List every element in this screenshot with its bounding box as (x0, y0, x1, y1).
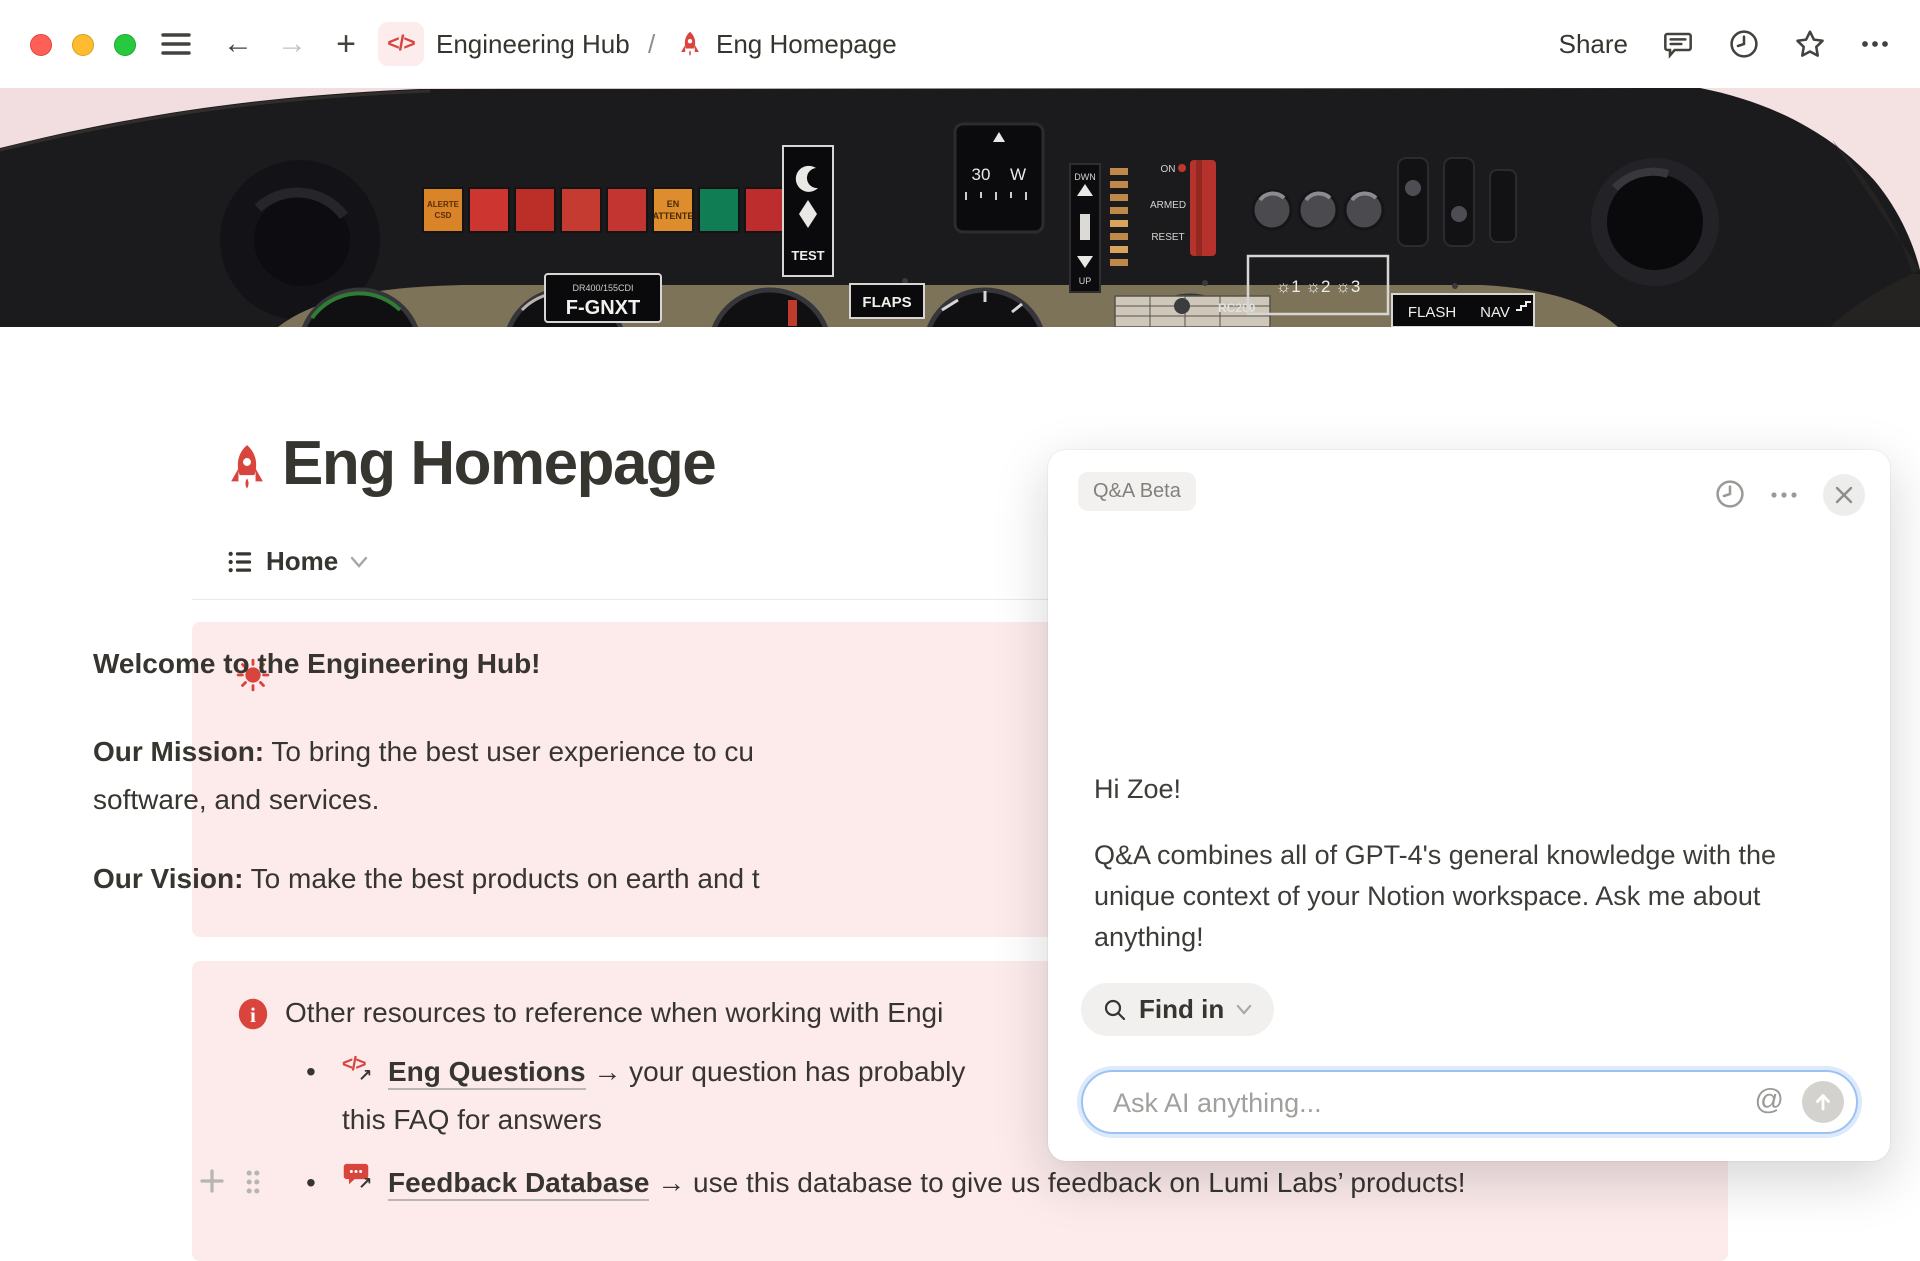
cover-label-attente: ATTENTE (653, 211, 694, 221)
cover-label-alerte: ALERTE (427, 200, 460, 209)
code-link-icon: </> ↗ (342, 1054, 376, 1088)
feedback-link-icon: ↗ (342, 1162, 376, 1196)
add-block-button[interactable] (197, 1166, 227, 1196)
mission-line2: software, and services. (93, 784, 379, 815)
feedback-database-link[interactable]: Feedback Database (388, 1167, 649, 1201)
link-arrow-icon: ↗ (358, 1174, 372, 1194)
more-options-icon[interactable] (1860, 29, 1890, 59)
eng-questions-line2: this FAQ for answers (342, 1096, 602, 1144)
cover-label-on: ON (1161, 164, 1176, 175)
chevron-down-icon (1236, 1004, 1252, 1015)
cover-label-registration: F-GNXT (566, 297, 640, 319)
cover-label-en: EN (667, 199, 680, 209)
vision-paragraph: Our Vision: To make the best products on… (93, 855, 760, 903)
cover-label-compass-30: 30 (972, 165, 991, 184)
cover-label-compass-w: W (1010, 165, 1026, 184)
breadcrumb-current-page[interactable]: Eng Homepage (716, 0, 897, 88)
mention-at-icon[interactable]: @ (1755, 1084, 1784, 1117)
tab-home-view[interactable]: Home (226, 546, 368, 577)
find-in-button[interactable]: Find in (1081, 983, 1274, 1036)
forward-icon[interactable]: → (272, 0, 312, 88)
comments-icon[interactable] (1662, 28, 1694, 60)
link-arrow-icon: ↗ (358, 1066, 372, 1086)
page-cover-image: ALERTE CSD EN ATTENTE DR400/155CDI F-GNX… (0, 88, 1920, 327)
window-titlebar: ← → + </> Engineering Hub / Eng Homepage… (0, 0, 1920, 88)
mission-text: To bring the best user experience to cu (264, 736, 754, 767)
cover-label-up: UP (1079, 276, 1092, 286)
back-icon[interactable]: ← (218, 0, 258, 88)
hub-page-icon[interactable]: </> (378, 22, 424, 66)
breadcrumb-separator: / (648, 0, 655, 88)
sidebar-toggle-icon[interactable] (158, 0, 194, 88)
search-icon (1103, 998, 1127, 1022)
cover-label-flash: FLASH (1408, 304, 1456, 321)
eng-questions-link[interactable]: Eng Questions (388, 1056, 586, 1090)
svg-text:i: i (250, 1003, 256, 1027)
chevron-down-icon (350, 556, 368, 568)
cover-label-reset: RESET (1151, 232, 1184, 243)
cover-label-reg-small: DR400/155CDI (572, 283, 633, 293)
vision-text: To make the best products on earth and t (243, 863, 759, 894)
qa-more-options-icon[interactable] (1770, 490, 1798, 500)
eng-questions-after: → your question has probably (586, 1056, 966, 1087)
ask-ai-input-container: @ (1081, 1070, 1858, 1134)
cockpit-illustration: ALERTE CSD EN ATTENTE DR400/155CDI F-GNX… (0, 88, 1920, 327)
feedback-after: → use this database to give us feedback … (649, 1167, 1465, 1198)
resources-intro: Other resources to reference when workin… (285, 989, 943, 1037)
cover-label-dwn: DWN (1074, 172, 1096, 182)
cover-label-flaps: FLAPS (862, 294, 911, 311)
new-tab-icon[interactable]: + (326, 0, 366, 88)
cover-label-lights: ☼1 ☼2 ☼3 (1276, 277, 1361, 296)
qa-greeting: Hi Zoe! (1094, 774, 1181, 805)
welcome-heading: Welcome to the Engineering Hub! (93, 648, 541, 680)
eng-questions-line: Eng Questions → your question has probab… (388, 1048, 965, 1096)
history-icon[interactable] (1728, 28, 1760, 60)
find-in-label: Find in (1139, 994, 1224, 1025)
cover-label-nav: NAV (1480, 304, 1510, 321)
qa-beta-badge: Q&A Beta (1078, 472, 1196, 511)
qa-assistant-panel: Q&A Beta Hi Zoe! Q&A combines all of GPT… (1048, 450, 1890, 1161)
info-icon: i (236, 997, 270, 1031)
minimize-window-button[interactable] (72, 34, 94, 56)
cover-label-armed: ARMED (1150, 200, 1186, 211)
page-rocket-icon[interactable] (222, 442, 272, 492)
ask-ai-input[interactable] (1111, 1078, 1715, 1128)
page-title[interactable]: Eng Homepage (282, 428, 715, 499)
mission-label: Our Mission: (93, 736, 264, 767)
qa-description: Q&A combines all of GPT-4's general know… (1094, 835, 1856, 958)
drag-handle[interactable] (243, 1168, 263, 1196)
cover-label-test: TEST (791, 248, 824, 263)
bullet-marker: • (306, 1056, 316, 1088)
zoom-window-button[interactable] (114, 34, 136, 56)
mission-paragraph: Our Mission: To bring the best user expe… (93, 728, 754, 824)
send-button[interactable] (1802, 1081, 1844, 1123)
favorite-star-icon[interactable] (1794, 28, 1826, 60)
vision-label: Our Vision: (93, 863, 243, 894)
share-button[interactable]: Share (1559, 29, 1628, 60)
qa-history-icon[interactable] (1714, 478, 1746, 510)
bullet-marker: • (306, 1167, 316, 1199)
breadcrumb-parent[interactable]: Engineering Hub (436, 0, 630, 88)
list-view-icon (226, 548, 254, 576)
rocket-icon (672, 0, 708, 88)
view-tab-label: Home (266, 546, 338, 577)
close-window-button[interactable] (30, 34, 52, 56)
cover-label-csd: CSD (435, 211, 452, 220)
qa-close-icon[interactable] (1823, 474, 1865, 516)
